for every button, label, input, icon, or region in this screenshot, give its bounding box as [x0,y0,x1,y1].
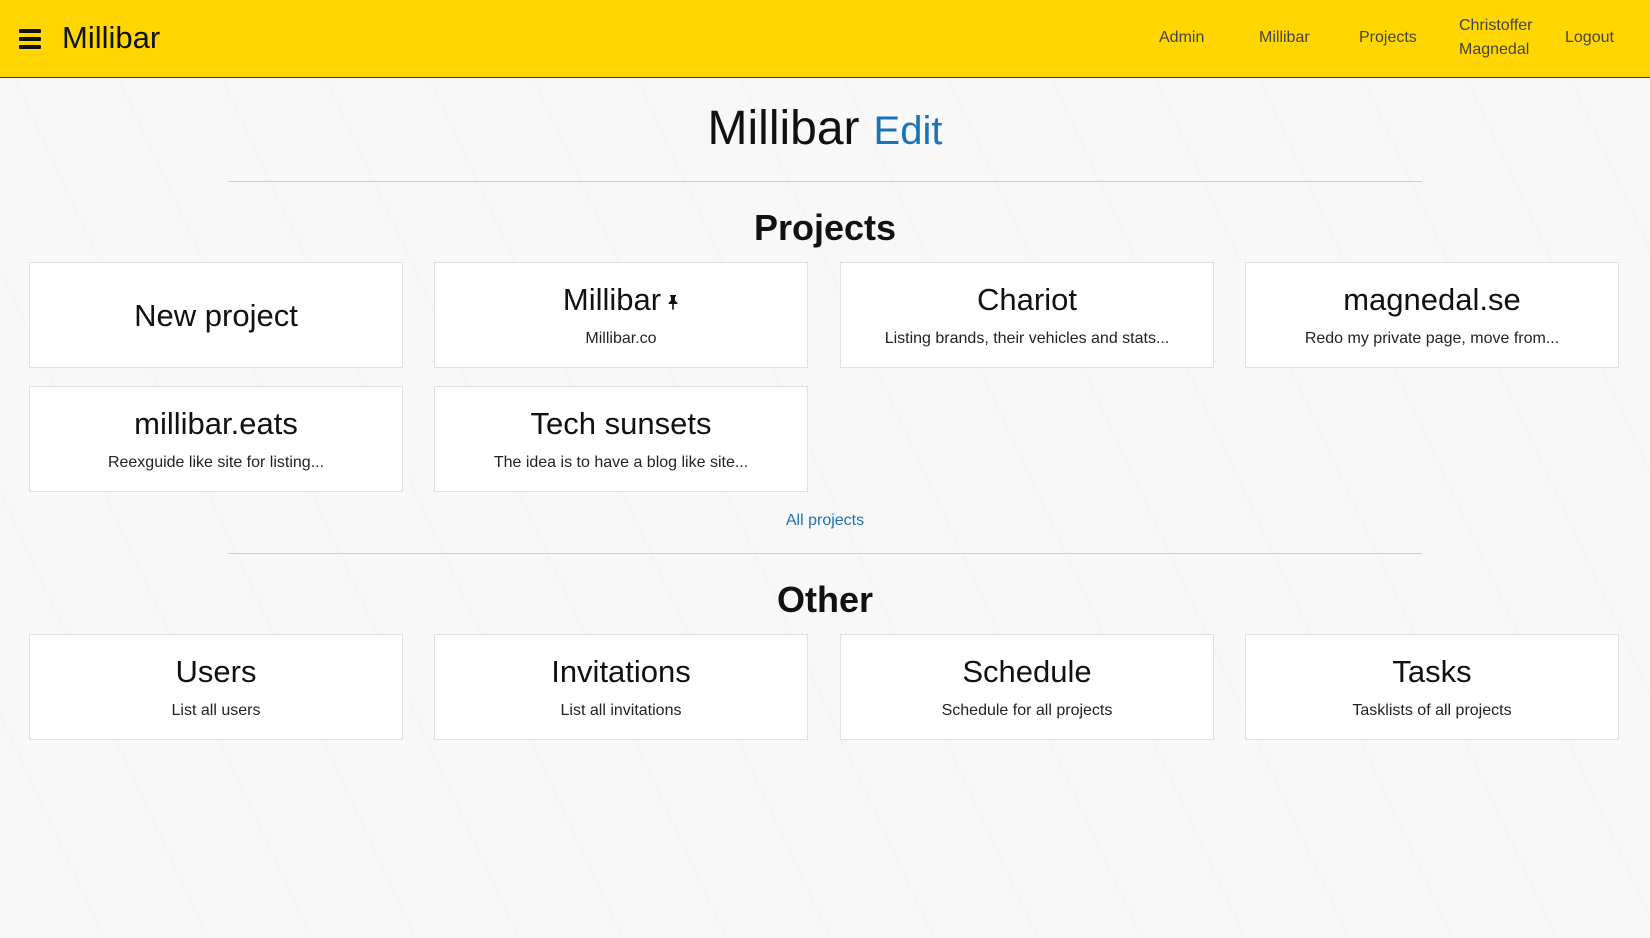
nav-link-projects[interactable]: Projects [1359,26,1417,50]
brand-logo-link[interactable]: Millibar [62,19,160,57]
other-card-description: Schedule for all projects [941,702,1113,719]
project-card-title: magnedal.se [1343,282,1521,317]
other-card-schedule[interactable]: Schedule Schedule for all projects [840,634,1214,740]
other-card-title: Schedule [962,654,1092,689]
top-navbar: Millibar Admin Millibar Projects Christo… [0,0,1650,78]
project-card-millibar-eats[interactable]: millibar.eats Reexguide like site for li… [29,386,403,492]
project-card-description: Reexguide like site for listing... [107,454,325,471]
other-card-description: List all invitations [560,702,682,719]
other-card-title: Tasks [1392,654,1472,689]
all-projects-container: All projects [0,510,1650,532]
other-card-description: Tasklists of all projects [1352,702,1512,719]
project-card-description: Listing brands, their vehicles and stats… [884,330,1170,347]
divider-top [228,181,1422,182]
other-card-title: Invitations [551,654,691,689]
other-card-title: Users [175,654,257,689]
project-card-description: Millibar.co [585,330,657,347]
page-title: Millibar [707,102,860,155]
project-card-magnedal[interactable]: magnedal.se Redo my private page, move f… [1245,262,1619,368]
other-card-users[interactable]: Users List all users [29,634,403,740]
nav-link-logout[interactable]: Logout [1565,26,1614,50]
nav-link-user-profile[interactable]: Christoffer Magnedal [1459,14,1533,62]
new-project-label: New project [134,298,298,333]
project-card-tech-sunsets[interactable]: Tech sunsets The idea is to have a blog … [434,386,808,492]
project-card-millibar[interactable]: Millibar Millibar.co [434,262,808,368]
project-card-description: Redo my private page, move from... [1304,330,1560,347]
user-first-name: Christoffer [1459,17,1533,34]
pushpin-icon [668,294,678,310]
nav-link-admin[interactable]: Admin [1159,26,1204,50]
nav-link-millibar[interactable]: Millibar [1259,26,1310,50]
other-section-title: Other [776,579,873,620]
other-card-invitations[interactable]: Invitations List all invitations [434,634,808,740]
hamburger-menu-icon[interactable] [19,29,41,49]
new-project-card[interactable]: New project [29,262,403,368]
all-projects-link[interactable]: All projects [786,512,864,529]
other-card-tasks[interactable]: Tasks Tasklists of all projects [1245,634,1619,740]
project-card-description: The idea is to have a blog like site... [493,454,749,471]
page-heading: Millibar Edit [0,98,1650,162]
project-card-title: Tech sunsets [530,406,712,441]
user-last-name: Magnedal [1459,41,1530,58]
project-card-title: Millibar [435,281,807,319]
other-card-description: List all users [171,702,261,719]
divider-middle [228,553,1422,554]
projects-section-title: Projects [753,207,897,248]
edit-link[interactable]: Edit [874,109,943,153]
project-card-title: millibar.eats [134,406,298,441]
project-card-title: Chariot [977,282,1077,317]
project-card-chariot[interactable]: Chariot Listing brands, their vehicles a… [840,262,1214,368]
